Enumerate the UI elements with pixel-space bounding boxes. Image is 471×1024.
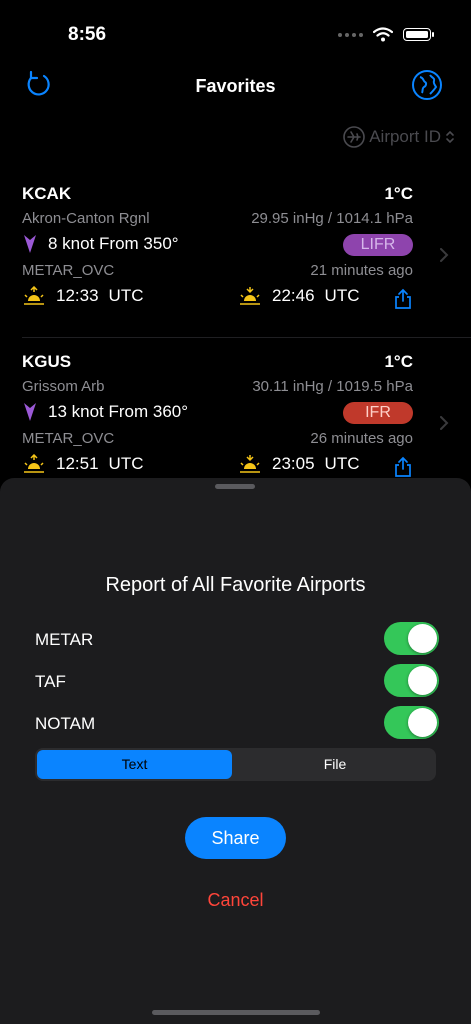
sunset-info: 22:46 UTC: [238, 286, 360, 306]
metar-condition: METAR_OVC: [22, 430, 115, 447]
sunset-icon: [240, 287, 260, 305]
sunset-time: 22:46: [272, 286, 315, 305]
favorites-list: KCAK 1°C Akron-Canton Rgnl 29.95 inHg / …: [0, 170, 471, 506]
wind-arrow-icon: [24, 403, 36, 421]
pressure: 29.95 inHg / 1014.1 hPa: [251, 210, 413, 227]
sunrise-info: 12:33 UTC: [22, 286, 144, 306]
flight-category-badge: IFR: [343, 402, 413, 424]
toggle-row-metar: METAR: [35, 622, 439, 656]
segment-file[interactable]: File: [236, 750, 434, 779]
segment-text[interactable]: Text: [37, 750, 232, 779]
airport-name: Akron-Canton Rgnl: [22, 210, 150, 227]
sort-label: Airport ID: [369, 127, 441, 146]
sunset-icon: [240, 455, 260, 473]
sunset-tz: UTC: [324, 454, 360, 473]
wind-info: 13 knot From 360°: [22, 402, 188, 422]
pressure: 30.11 inHg / 1019.5 hPa: [252, 378, 413, 395]
sunrise-icon: [24, 286, 44, 305]
sunset-tz: UTC: [324, 286, 360, 305]
report-sheet: Report of All Favorite Airports METAR TA…: [0, 478, 471, 1024]
toggle-label: TAF: [35, 672, 66, 691]
cancel-button[interactable]: Cancel: [0, 890, 471, 911]
wind-text: 8 knot From 350°: [48, 234, 179, 253]
globe-icon[interactable]: [411, 69, 443, 101]
sheet-title: Report of All Favorite Airports: [105, 574, 366, 596]
share-icon[interactable]: [393, 456, 413, 478]
wind-info: 8 knot From 350°: [22, 234, 179, 254]
format-segmented-control: Text File: [35, 748, 436, 781]
temperature: 1°C: [384, 352, 413, 371]
flight-category-badge: LIFR: [343, 234, 413, 256]
observation-age: 21 minutes ago: [310, 262, 413, 279]
sunset-time: 23:05: [272, 454, 315, 473]
sort-selector[interactable]: Airport ID: [343, 126, 455, 148]
status-time: 8:56: [68, 24, 107, 45]
wind-arrow-icon: [24, 235, 36, 253]
toggle-row-taf: TAF: [35, 664, 439, 698]
chevron-right-icon: [440, 248, 449, 262]
airport-code: KGUS: [22, 352, 72, 371]
status-bar: 8:56: [0, 0, 471, 60]
sunrise-tz: UTC: [108, 454, 144, 473]
sunrise-info: 12:51 UTC: [22, 454, 144, 474]
navigation-bar: Favorites: [0, 60, 471, 110]
taf-switch[interactable]: [384, 664, 439, 697]
sunrise-time: 12:51: [56, 454, 99, 473]
sunrise-icon: [24, 454, 44, 473]
toggle-label: NOTAM: [35, 714, 96, 733]
sunrise-time: 12:33: [56, 286, 99, 305]
metar-condition: METAR_OVC: [22, 262, 115, 279]
share-icon[interactable]: [393, 288, 413, 310]
airplane-icon: [343, 126, 366, 148]
wind-text: 13 knot From 360°: [48, 402, 189, 421]
cellular-signal-icon: [338, 32, 363, 37]
observation-age: 26 minutes ago: [310, 430, 413, 447]
sheet-grabber[interactable]: [215, 484, 255, 489]
toggle-row-notam: NOTAM: [35, 706, 439, 740]
airport-code: KCAK: [22, 184, 72, 203]
temperature: 1°C: [384, 184, 413, 203]
chevron-right-icon: [440, 416, 449, 430]
battery-icon: [403, 28, 434, 41]
sunset-info: 23:05 UTC: [238, 454, 360, 474]
airport-row[interactable]: KCAK 1°C Akron-Canton Rgnl 29.95 inHg / …: [0, 170, 471, 338]
airport-name: Grissom Arb: [22, 378, 105, 395]
chevron-updown-icon: [446, 130, 454, 144]
status-icons: [338, 27, 434, 42]
sunrise-tz: UTC: [108, 286, 144, 305]
share-button[interactable]: Share: [185, 817, 286, 859]
toggle-label: METAR: [35, 630, 94, 649]
wifi-icon: [373, 27, 393, 42]
notam-switch[interactable]: [384, 706, 439, 739]
home-indicator: [152, 1010, 320, 1015]
page-title: Favorites: [195, 76, 276, 96]
metar-switch[interactable]: [384, 622, 439, 655]
